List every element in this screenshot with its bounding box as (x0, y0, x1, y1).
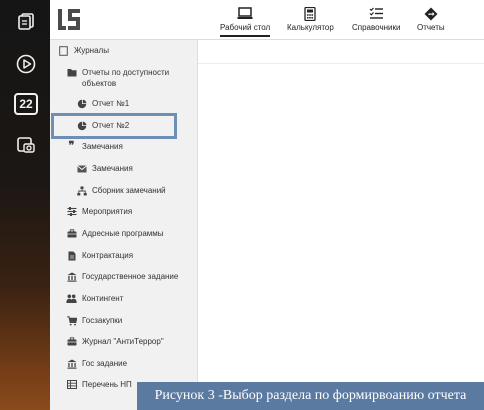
folder-icon (66, 67, 77, 78)
nav-reports[interactable]: Отчеты (417, 5, 445, 37)
institution-icon (66, 271, 77, 282)
file-icon (66, 250, 77, 261)
sidebar-item-label: Контрактация (82, 251, 134, 260)
sidebar-item-remarks[interactable]: Замечания (76, 163, 133, 174)
desktop-icon (237, 5, 253, 22)
sidebar-item-label: Мероприятия (82, 207, 133, 216)
app-logo (56, 8, 82, 32)
diamond-arrow-icon (424, 5, 438, 22)
sitemap-icon (76, 185, 87, 196)
table-icon (66, 379, 77, 390)
list-icon (369, 5, 384, 22)
sliders-icon (66, 206, 77, 217)
sidebar-item-contingent[interactable]: Контингент (66, 293, 123, 304)
sidebar-item-label: Сборник замечаний (92, 186, 166, 195)
briefcase-icon (66, 228, 77, 239)
sidebar-item-label: Отчет №1 (92, 99, 130, 108)
sidebar-item-events[interactable]: Мероприятия (66, 206, 132, 217)
sidebar-item-public-procurement[interactable]: Госзакупки (66, 315, 122, 326)
nav-calculator-label: Калькулятор (287, 23, 334, 32)
sidebar-item-gos-assignment[interactable]: Гос задание (66, 358, 127, 369)
calendar-badge-icon[interactable]: 22 (14, 93, 38, 115)
sidebar-item-report-1[interactable]: Отчет №1 (76, 98, 129, 109)
sidebar-item-antiterror-journal[interactable]: Журнал "АнтиТеррор" (66, 336, 164, 347)
quote-icon: ❞ (68, 140, 75, 152)
nav-references-label: Справочники (352, 23, 401, 32)
briefcase-icon (66, 336, 77, 347)
sidebar: Журналы Отчеты по доступности объектов О… (50, 40, 198, 410)
nav-references[interactable]: Справочники (352, 5, 400, 37)
sidebar-item-state-assignment[interactable]: Государственное задание (66, 271, 178, 282)
sidebar-item-contracting[interactable]: Контрактация (66, 250, 133, 261)
app-window: Рабочий стол Калькулятор Справочники Отч… (50, 0, 484, 410)
sidebar-item-remarks-collection[interactable]: Сборник замечаний (76, 185, 166, 196)
pie-chart-icon (76, 98, 87, 109)
sidebar-item-label: Государственное задание (82, 272, 179, 281)
selection-highlight (51, 113, 177, 139)
sidebar-item-label: Перечень НП (82, 380, 132, 389)
sidebar-item-journals[interactable]: Журналы (58, 45, 109, 56)
documents-icon[interactable] (15, 10, 37, 32)
document-icon (58, 45, 69, 56)
envelope-icon (76, 163, 87, 174)
sidebar-item-label: Гос задание (82, 359, 128, 368)
sidebar-item-label: Адресные программы (82, 229, 164, 238)
nav-desktop[interactable]: Рабочий стол (220, 5, 271, 37)
sidebar-item-label: Контингент (82, 294, 124, 303)
calculator-icon (304, 5, 317, 22)
nav-desktop-label: Рабочий стол (220, 23, 271, 32)
sidebar-item-label: Журналы (74, 46, 109, 55)
figure-caption: Рисунок 3 -Выбор раздела по формирвоанию… (137, 382, 484, 410)
sidebar-item-availability-reports[interactable]: Отчеты по доступности объектов (66, 67, 182, 89)
sidebar-item-address-programs[interactable]: Адресные программы (66, 228, 164, 239)
sidebar-item-label: Госзакупки (82, 316, 123, 325)
main-toolbar-strip (198, 40, 484, 64)
sidebar-item-label: Замечания (92, 164, 133, 173)
sidebar-item-np-list[interactable]: Перечень НП (66, 379, 132, 390)
sidebar-item-label: Замечания (82, 142, 123, 151)
top-toolbar: Рабочий стол Калькулятор Справочники Отч… (50, 0, 484, 40)
sidebar-item-label: Журнал "АнтиТеррор" (82, 337, 164, 346)
play-icon[interactable] (15, 53, 37, 75)
institution-icon (66, 358, 77, 369)
sidebar-item-remarks-group[interactable]: ❞ Замечания (66, 141, 123, 152)
users-icon (66, 293, 77, 304)
cart-icon (66, 315, 77, 326)
nav-reports-label: Отчеты (417, 23, 445, 32)
sidebar-item-label: Отчеты по доступности объектов (82, 68, 170, 88)
launcher-bar: 22 (0, 0, 50, 410)
main-content (198, 40, 484, 410)
camera-icon[interactable] (15, 134, 37, 156)
nav-calculator[interactable]: Калькулятор (287, 5, 334, 37)
